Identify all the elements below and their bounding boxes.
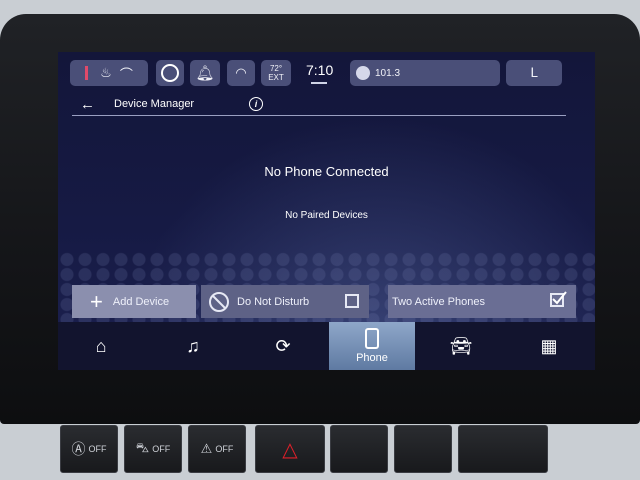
apps-swirl-icon: ⟳	[275, 335, 291, 356]
hardware-button-blank-1[interactable]	[330, 425, 388, 473]
two-active-phones-toggle[interactable]: Two Active Phones	[388, 285, 576, 318]
seat-icon: ᒪ	[530, 65, 538, 80]
stability-icon: ⚠	[200, 441, 213, 456]
bottom-nav: ⌂ ♫ ⟳ Phone 🚘︎ ▦	[58, 322, 595, 370]
nav-apps[interactable]: ⟳	[240, 322, 326, 370]
checkmark-icon	[552, 291, 567, 305]
nav-home[interactable]: ⌂	[58, 322, 144, 370]
add-device-button[interactable]: + Add Device	[72, 285, 196, 318]
header-divider	[72, 115, 566, 116]
add-device-label: Add Device	[112, 295, 170, 308]
driver-profile-button[interactable]	[156, 60, 184, 86]
no-phone-message: No Phone Connected	[264, 164, 389, 179]
nav-phone[interactable]: Phone	[329, 322, 415, 370]
clock-underline	[311, 82, 327, 84]
do-not-disturb-toggle[interactable]: Do Not Disturb	[201, 285, 369, 318]
do-not-disturb-checkbox[interactable]	[345, 294, 359, 308]
auto-stop-label: OFF	[88, 444, 107, 454]
page-title: Device Manager	[114, 98, 195, 110]
do-not-disturb-label: Do Not Disturb	[237, 295, 310, 308]
heated-seat-icon: ♨	[100, 65, 112, 80]
music-icon: ♫	[186, 335, 200, 356]
do-not-disturb-icon	[209, 291, 229, 312]
traction-icon: ⛍	[135, 440, 150, 455]
car-icon: 🚘︎	[449, 335, 473, 356]
two-active-phones-checkbox[interactable]	[550, 291, 567, 307]
status-bar: ♨ ⌒ 🔔︎ ◠ 72° EXT 7:10 101.3 ᒪ	[70, 60, 582, 86]
seat-settings-button[interactable]: ᒪ	[506, 60, 562, 86]
temperature-bar-icon	[85, 66, 89, 80]
seat-heat-controls[interactable]: ♨ ⌒	[70, 60, 148, 86]
home-icon: ⌂	[95, 335, 107, 356]
two-active-phones-label: Two Active Phones	[392, 295, 485, 308]
nav-media[interactable]: ♫	[150, 322, 236, 370]
back-button[interactable]: ←	[80, 96, 95, 113]
nav-phone-label: Phone	[356, 352, 388, 364]
hardware-button-blank-2[interactable]	[394, 425, 452, 473]
clock: 7:10	[306, 62, 334, 78]
seat-icon: ⌒	[119, 66, 133, 82]
wifi-button[interactable]: ◠	[227, 60, 255, 86]
radio-station: 101.3	[375, 67, 401, 79]
plus-icon: +	[90, 288, 103, 314]
nav-apps-grid[interactable]: ▦	[506, 322, 592, 370]
bell-icon: 🔔︎	[195, 65, 215, 82]
exterior-temp: 72° EXT	[261, 60, 291, 86]
traction-control-button[interactable]: ⛍ OFF	[124, 425, 182, 473]
auto-stop-button[interactable]: Ⓐ OFF	[60, 425, 118, 473]
wifi-icon: ◠	[235, 65, 247, 80]
now-playing-pill[interactable]: 101.3	[350, 60, 500, 86]
stability-label: OFF	[215, 444, 234, 454]
notifications-button[interactable]: 🔔︎	[190, 60, 220, 86]
auto-stop-icon: Ⓐ	[71, 441, 86, 457]
nav-vehicle[interactable]: 🚘︎	[418, 322, 504, 370]
hardware-button-blank-3[interactable]	[458, 425, 548, 473]
stability-control-button[interactable]: ⚠ OFF	[188, 425, 246, 473]
hazard-icon: △	[282, 438, 298, 461]
hardware-buttons: Ⓐ OFF ⛍ OFF ⚠ OFF △	[40, 415, 620, 475]
touchscreen: ♨ ⌒ 🔔︎ ◠ 72° EXT 7:10 101.3 ᒪ ← Device Ma…	[58, 52, 595, 370]
radio-icon	[356, 66, 370, 80]
no-paired-devices-message: No Paired Devices	[285, 210, 368, 221]
hazard-button[interactable]: △	[255, 425, 325, 473]
traction-label: OFF	[152, 444, 171, 454]
grid-icon: ▦	[540, 335, 558, 356]
info-icon[interactable]: i	[249, 97, 263, 111]
phone-icon	[365, 328, 379, 349]
profile-icon	[161, 64, 179, 82]
